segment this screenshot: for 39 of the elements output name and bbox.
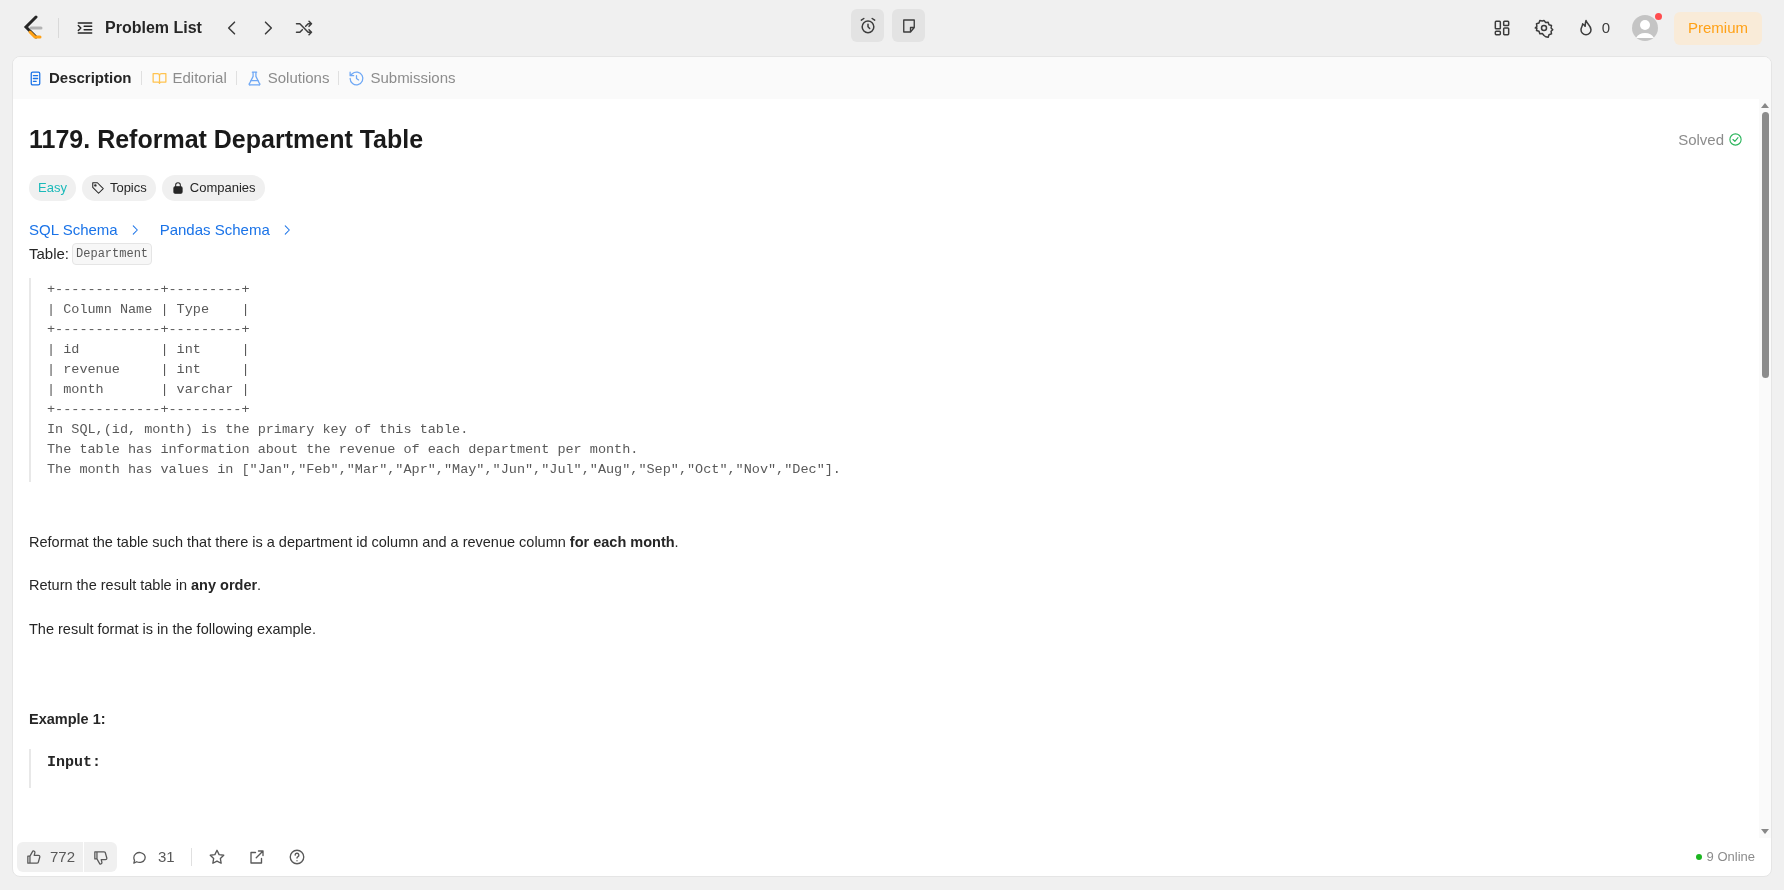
schema-link[interactable]: Pandas Schema — [159, 218, 294, 241]
example-input-label: Input: — [47, 753, 101, 771]
scrollbar[interactable] — [1759, 99, 1771, 838]
share-icon[interactable] — [247, 848, 266, 866]
comments-button[interactable]: 31 — [131, 845, 175, 869]
tab[interactable]: Submissions — [348, 66, 456, 90]
description-paragraph: Return the result table in any order. — [29, 576, 263, 596]
settings-icon[interactable] — [1533, 18, 1554, 38]
description-paragraph: The result format is in the following example. — [29, 620, 317, 639]
schema-link[interactable]: SQL Schema — [29, 218, 142, 241]
topics-tag[interactable]: Topics — [81, 174, 156, 201]
tag-icon — [90, 180, 105, 195]
history-icon — [348, 69, 366, 87]
help-icon[interactable] — [287, 848, 306, 866]
solved-status: Solved — [1678, 129, 1724, 150]
table-name: Department — [72, 243, 153, 266]
streak-count: 0 — [1601, 17, 1610, 38]
tab[interactable]: Solutions — [245, 66, 330, 90]
schema-code-block: +-------------+---------+ | Column Name | Type | +-------------+---------+ | id | int | | revenue | int | | month | varchar | +-------------+---------+ In SQL,(id, month) is the primary key of this table. The table has information about the revenue of each department per month. The month has values in ["Jan","Feb","Mar","Apr","May","Jun","Jul","Aug","Sep","Oct","Nov","Dec"]. — [29, 277, 1743, 482]
table-label: Table: — [29, 244, 70, 264]
description-paragraph: Reformat the table such that there is a department id column and a revenue column for each month. — [29, 532, 680, 552]
logo-icon[interactable] — [22, 15, 44, 41]
companies-tag[interactable]: Companies — [161, 174, 265, 201]
notes-button[interactable] — [892, 9, 925, 42]
flask-icon — [245, 69, 263, 87]
lock-icon — [170, 180, 185, 195]
online-count: 9 Online — [1706, 848, 1755, 867]
star-icon[interactable] — [207, 848, 226, 866]
example-heading: Example 1: — [29, 709, 107, 729]
alarm-clock-button[interactable] — [851, 9, 884, 42]
difficulty-badge: Easy — [29, 174, 76, 201]
thumbs-up-icon — [25, 848, 42, 866]
problem-list-button[interactable]: Problem List — [75, 16, 202, 40]
shuffle-icon[interactable] — [293, 18, 314, 38]
tab[interactable]: Description — [27, 66, 132, 90]
problem-title: 1179. Reformat Department Table — [29, 124, 424, 155]
thumbs-down-icon — [92, 848, 110, 866]
check-circle-icon — [1728, 132, 1743, 148]
tab[interactable]: Editorial — [150, 66, 227, 90]
